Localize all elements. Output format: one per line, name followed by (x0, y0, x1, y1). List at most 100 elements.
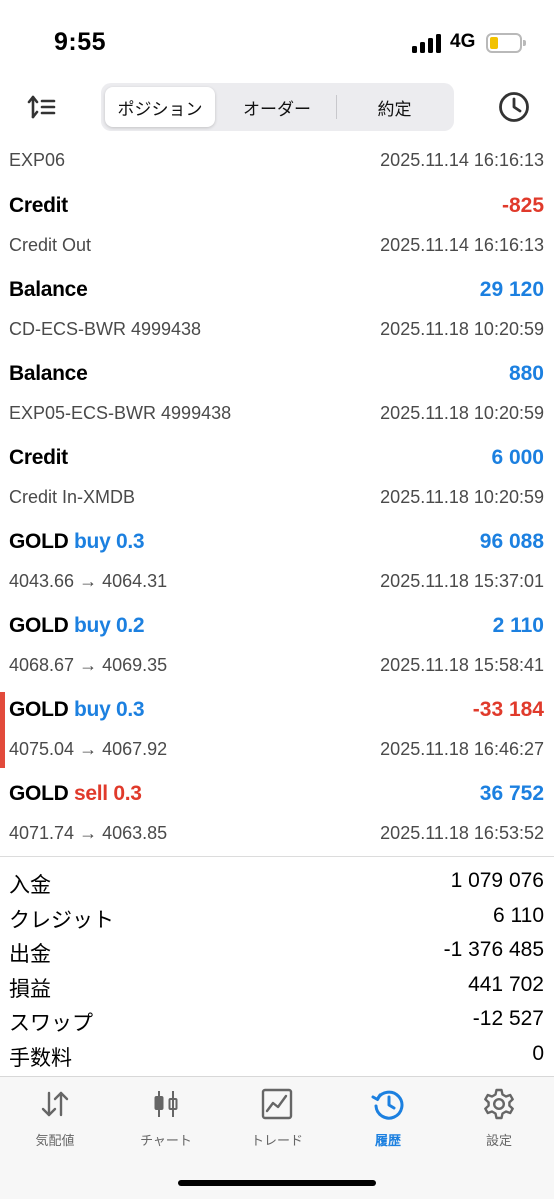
list-item[interactable]: GOLD sell 0.3 36 752 4071.74 → 4063.85 2025… (0, 768, 554, 852)
item-symbol: Credit (9, 194, 68, 218)
item-time: 2025.11.18 16:53:52 (380, 823, 544, 843)
item-symbol: GOLD sell 0.3 (9, 782, 142, 806)
summary-row: 入金 1 079 076 (0, 867, 554, 902)
item-time: 2025.11.18 15:37:01 (380, 571, 544, 591)
list-item[interactable]: GOLD buy 0.3 -33 184 4075.04 → 4067.92 2025… (0, 684, 554, 768)
gear-icon (484, 1088, 514, 1120)
summary-row: 出金 -1 376 485 (0, 936, 554, 971)
item-side: buy 0.2 (74, 614, 145, 637)
list-item[interactable]: GOLD buy 0.2 2 110 4068.67 → 4069.35 2025.1… (0, 600, 554, 684)
item-comment: Credit In-XMDB (9, 487, 136, 507)
tab-chart[interactable]: チャート (111, 1087, 221, 1157)
list-item[interactable]: Credit 6 000 Credit In-XMDB 2025.11.18 10:2… (0, 432, 554, 516)
item-title: GOLD (9, 530, 69, 553)
tab-positions[interactable]: ポジション (105, 87, 215, 127)
summary-label: スワップ (9, 1012, 93, 1035)
item-time: 2025.11.18 16:46:27 (380, 739, 544, 759)
summary-label: 出金 (9, 943, 51, 966)
item-side: buy 0.3 (74, 530, 145, 553)
bottom-tab-bar: 気配値 チャート トレード 履歴 設定 (0, 1076, 554, 1199)
item-profit: 2 110 (492, 614, 544, 637)
item-time: 2025.11.18 10:20:59 (380, 403, 544, 423)
item-comment: 4068.67 → 4069.35 (9, 655, 168, 675)
item-profit: -825 (501, 194, 544, 217)
item-profit: 96 088 (479, 530, 544, 553)
item-title: GOLD (9, 698, 69, 721)
list-item[interactable]: Balance 880 EXP05-ECS-BWR 4999438 2025.11.1… (0, 348, 554, 432)
summary-row: スワップ -12 527 (0, 1005, 554, 1040)
list-item[interactable]: Credit -825 Credit Out 2025.11.14 16:16:13 (0, 180, 554, 264)
item-symbol: Balance (9, 278, 88, 302)
item-symbol: GOLD buy 0.3 (9, 698, 145, 722)
signal-icon (412, 34, 444, 53)
quotes-arrows-icon (41, 1091, 69, 1117)
trade-line-chart-icon (261, 1088, 293, 1120)
item-profit: 880 (508, 362, 544, 385)
tab-settings[interactable]: 設定 (444, 1087, 554, 1157)
list-item[interactable]: GOLD buy 0.3 96 088 4043.66 → 4064.31 2025.… (0, 516, 554, 600)
summary-value: 1 079 076 (450, 869, 544, 892)
item-comment: Credit Out (9, 235, 92, 255)
tab-label: チャート (140, 1133, 192, 1148)
item-profit: -33 184 (472, 698, 544, 721)
item-title: GOLD (9, 782, 69, 805)
summary-panel: 入金 1 079 076 クレジット 6 110 出金 -1 376 485 損益 441 7… (0, 856, 554, 1074)
item-time: 2025.11.18 15:58:41 (380, 655, 544, 675)
summary-row: 手数料 0 (0, 1040, 554, 1075)
tab-orders[interactable]: オーダー (219, 87, 335, 127)
item-comment: 4071.74 → 4063.85 (9, 823, 168, 843)
item-comment: EXP06 (9, 150, 66, 170)
item-title: Credit (9, 446, 68, 469)
list-item[interactable]: Balance 29 120 CD-ECS-BWR 4999438 2025.11.1… (0, 264, 554, 348)
item-comment: CD-ECS-BWR 4999438 (9, 319, 202, 339)
item-title: Balance (9, 362, 88, 385)
item-title: Credit (9, 194, 68, 217)
item-profit: 29 120 (479, 278, 544, 301)
item-profit: 6 000 (491, 446, 544, 469)
item-symbol: GOLD buy 0.2 (9, 614, 145, 638)
summary-value: 441 702 (468, 972, 544, 996)
item-time: 2025.11.18 10:20:59 (380, 319, 544, 339)
item-comment: 4043.66 → 4064.31 (9, 571, 168, 591)
item-profit: 36 752 (479, 782, 544, 805)
tab-label: 設定 (485, 1133, 512, 1148)
summary-label: 手数料 (9, 1046, 72, 1070)
item-side: sell 0.3 (74, 782, 142, 805)
item-title: GOLD (9, 614, 69, 637)
item-time: 2025.11.14 16:16:13 (380, 235, 544, 255)
status-time: 9:55 (54, 28, 107, 56)
tab-deals[interactable]: 約定 (339, 87, 450, 127)
tab-trade[interactable]: トレード (222, 1087, 332, 1157)
status-bar: 9:55 4G (0, 0, 554, 80)
item-symbol: Balance (9, 362, 88, 386)
battery-icon (486, 33, 526, 53)
top-toolbar: ポジション オーダー 約定 (0, 80, 554, 140)
item-title: Balance (9, 278, 88, 301)
item-side: buy 0.3 (74, 698, 145, 721)
tab-history[interactable]: 履歴 (333, 1087, 443, 1157)
item-time: 2025.11.18 10:20:59 (380, 487, 544, 507)
tab-label: 気配値 (35, 1133, 75, 1148)
summary-value: 6 110 (493, 903, 544, 927)
summary-label: クレジット (9, 908, 114, 932)
history-clock-icon (371, 1090, 404, 1120)
home-indicator (178, 1180, 376, 1186)
tab-quotes[interactable]: 気配値 (0, 1087, 110, 1157)
list-item[interactable]: EXP06 2025.11.14 16:16:13 (0, 140, 554, 180)
item-time: 2025.11.14 16:16:13 (380, 150, 544, 170)
item-comment: EXP05-ECS-BWR 4999438 (9, 403, 232, 423)
item-symbol: GOLD buy 0.3 (9, 530, 145, 554)
period-clock-icon[interactable] (497, 90, 531, 124)
network-type: 4G (450, 31, 476, 52)
sort-icon[interactable] (24, 92, 58, 122)
summary-value: -1 376 485 (443, 938, 544, 961)
summary-row: 損益 441 702 (0, 971, 554, 1006)
tab-label: 履歴 (374, 1133, 401, 1148)
item-comment: 4075.04 → 4067.92 (9, 739, 168, 759)
summary-label: 損益 (9, 977, 51, 1001)
summary-row: クレジット 6 110 (0, 902, 554, 937)
candlestick-chart-icon (154, 1091, 178, 1117)
segment-divider (336, 95, 337, 119)
summary-value: 0 (532, 1041, 544, 1065)
summary-value: -12 527 (472, 1007, 544, 1030)
